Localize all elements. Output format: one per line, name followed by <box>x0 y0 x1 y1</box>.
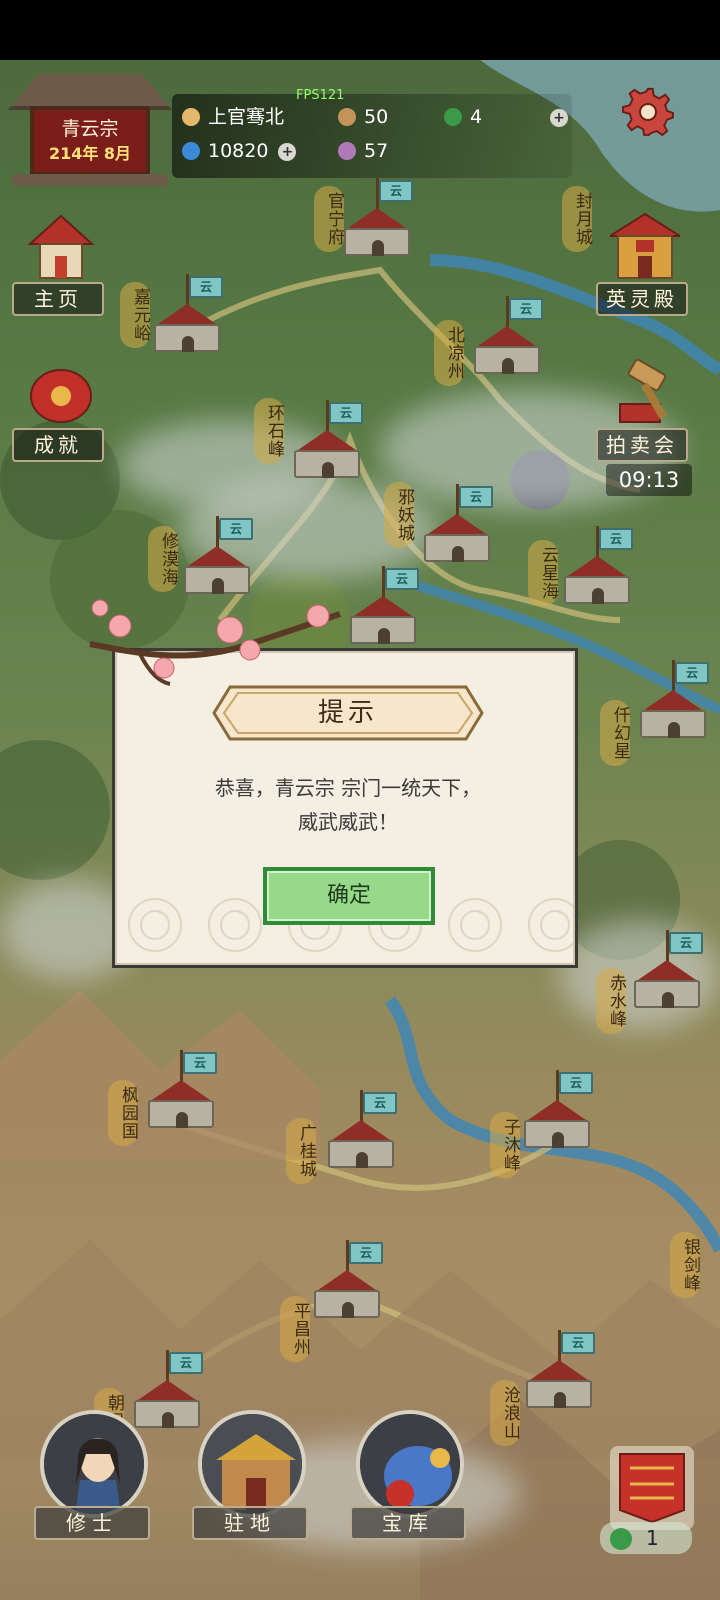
location-fengyue[interactable]: 封月城 <box>562 186 592 252</box>
gear-icon[interactable] <box>622 86 674 138</box>
location-pingchang[interactable]: 平昌州 <box>280 1296 310 1362</box>
location-beiliang[interactable]: 北凉州 <box>434 320 464 386</box>
congrats-dialog: 提示 恭喜，青云宗 宗门一统天下， 威武威武！ 确定 <box>112 648 578 968</box>
flag-icon: 云 <box>379 180 413 202</box>
flag-icon: 云 <box>559 1072 593 1094</box>
city-canglang[interactable]: 云 <box>522 1330 596 1414</box>
city-fengyuan[interactable]: 云 <box>144 1050 218 1134</box>
plum-blossom-branch <box>89 599 341 686</box>
flag-icon: 云 <box>509 298 543 320</box>
status-bar <box>0 0 720 60</box>
city-chishui[interactable]: 云 <box>630 930 704 1014</box>
location-yinjian[interactable]: 银剑峰 <box>670 1232 700 1298</box>
game-date: 214年 8月 <box>48 144 132 163</box>
city-yunxing[interactable]: 云 <box>560 526 634 610</box>
location-xieyao[interactable]: 邪妖城 <box>384 482 414 548</box>
station-button[interactable]: 驻地 <box>192 1410 314 1542</box>
flag-icon: 云 <box>561 1332 595 1354</box>
flag-icon: 云 <box>385 568 419 590</box>
home-button[interactable]: 主页 <box>12 210 108 320</box>
add-jade-button[interactable]: + <box>540 104 568 130</box>
plus-icon: + <box>550 109 568 127</box>
player-name: 上官骞北 <box>208 106 285 128</box>
jade-icon <box>444 108 462 126</box>
flag-icon: 云 <box>183 1052 217 1074</box>
fortress-icon <box>202 1414 302 1514</box>
flag-icon: 云 <box>219 518 253 540</box>
city-beiliang[interactable]: 云 <box>470 296 544 380</box>
sect-name: 青云宗 <box>61 118 119 140</box>
auction-timer: 09:13 <box>606 464 692 496</box>
dialog-message: 恭喜，青云宗 宗门一统天下， 威武威武！ <box>214 776 482 834</box>
flag-icon: 云 <box>349 1242 383 1264</box>
city-pingchang[interactable]: 云 <box>310 1240 384 1324</box>
location-qianhuan[interactable]: 仟幻星 <box>600 700 630 766</box>
location-zimu[interactable]: 子沐峰 <box>490 1112 520 1178</box>
location-yunxing[interactable]: 云星海 <box>528 540 558 606</box>
achievements-button[interactable]: 成就 <box>12 356 108 466</box>
population-icon <box>338 108 356 126</box>
location-guanggui[interactable]: 广桂城 <box>286 1118 316 1184</box>
hall-icon <box>610 212 680 279</box>
city-huanshi[interactable]: 云 <box>290 400 364 484</box>
banner-count: 1 <box>600 1522 692 1554</box>
flag-icon: 云 <box>169 1352 203 1374</box>
location-jiayuan[interactable]: 嘉元峪 <box>120 282 150 348</box>
city-qianhuan[interactable]: 云 <box>636 660 710 744</box>
location-huanshi[interactable]: 环石峰 <box>254 398 284 464</box>
flag-icon: 云 <box>459 486 493 508</box>
user-icon <box>182 108 200 126</box>
add-spirit-stone-button[interactable]: + <box>278 143 297 161</box>
home-icon <box>27 214 95 279</box>
auction-button[interactable]: 拍卖会 <box>596 356 692 466</box>
cultivators-button[interactable]: 修士 <box>34 1410 156 1542</box>
location-xiumo[interactable]: 修漠海 <box>148 526 178 592</box>
treasury-button[interactable]: 宝库 <box>350 1410 472 1542</box>
population-stat: 50 <box>338 104 388 130</box>
flag-icon: 云 <box>675 662 709 684</box>
sect-emblem[interactable]: 青云宗 214年 8月 <box>8 66 172 190</box>
flag-icon: 云 <box>599 528 633 550</box>
confirm-button[interactable]: 确定 <box>263 867 435 925</box>
spirit-stone-stat: 10820 + <box>182 138 297 164</box>
city-center[interactable]: 云 <box>346 566 420 650</box>
city-guanggui[interactable]: 云 <box>324 1090 398 1174</box>
city-guanning[interactable]: 云 <box>340 178 414 262</box>
flag-icon: 云 <box>189 276 223 298</box>
cultivator-portrait-icon <box>44 1414 144 1514</box>
fps-counter: FPS121 <box>296 88 345 103</box>
city-xieyao[interactable]: 云 <box>420 484 494 568</box>
location-fengyuan[interactable]: 枫园国 <box>108 1080 138 1146</box>
player-info[interactable]: 上官骞北 <box>182 104 284 130</box>
city-zimu[interactable]: 云 <box>520 1070 594 1154</box>
flag-icon: 云 <box>669 932 703 954</box>
location-canglang[interactable]: 沧浪山 <box>490 1380 520 1446</box>
city-jiayuan[interactable]: 云 <box>150 274 224 358</box>
treasure-bag-icon <box>360 1414 460 1514</box>
spirit-stone-icon <box>182 142 200 160</box>
disciple-icon <box>338 142 356 160</box>
flag-icon: 云 <box>363 1092 397 1114</box>
flag-icon: 云 <box>329 402 363 424</box>
location-chishui[interactable]: 赤水峰 <box>596 968 626 1034</box>
gavel-icon <box>619 358 667 423</box>
hero-hall-button[interactable]: 英灵殿 <box>596 210 692 320</box>
jade-icon <box>610 1528 632 1550</box>
scroll-icon <box>30 369 92 423</box>
disciple-stat: 57 <box>338 138 388 164</box>
dialog-title: 提示 <box>317 698 378 728</box>
jade-stat: 4 <box>444 104 482 130</box>
city-xiumo[interactable]: 云 <box>180 516 254 600</box>
